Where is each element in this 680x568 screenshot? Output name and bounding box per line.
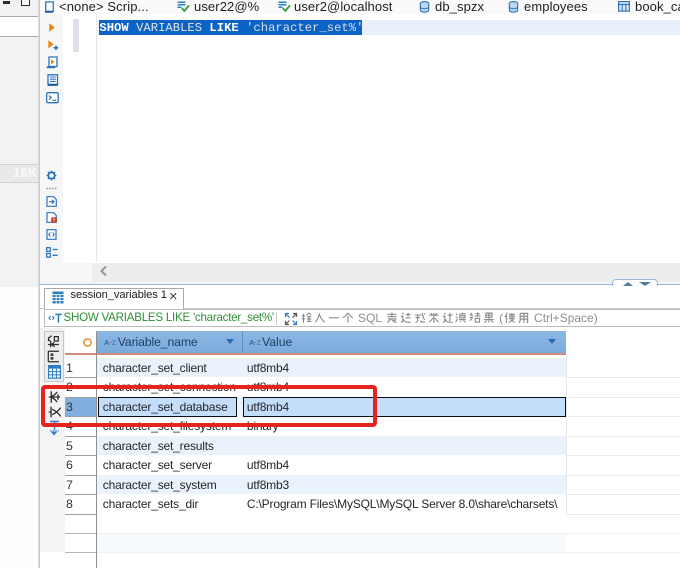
svg-text:Z: Z bbox=[256, 338, 260, 347]
svg-text:Z: Z bbox=[111, 338, 115, 347]
svg-text:A: A bbox=[104, 338, 110, 347]
svg-text:A: A bbox=[249, 338, 255, 347]
